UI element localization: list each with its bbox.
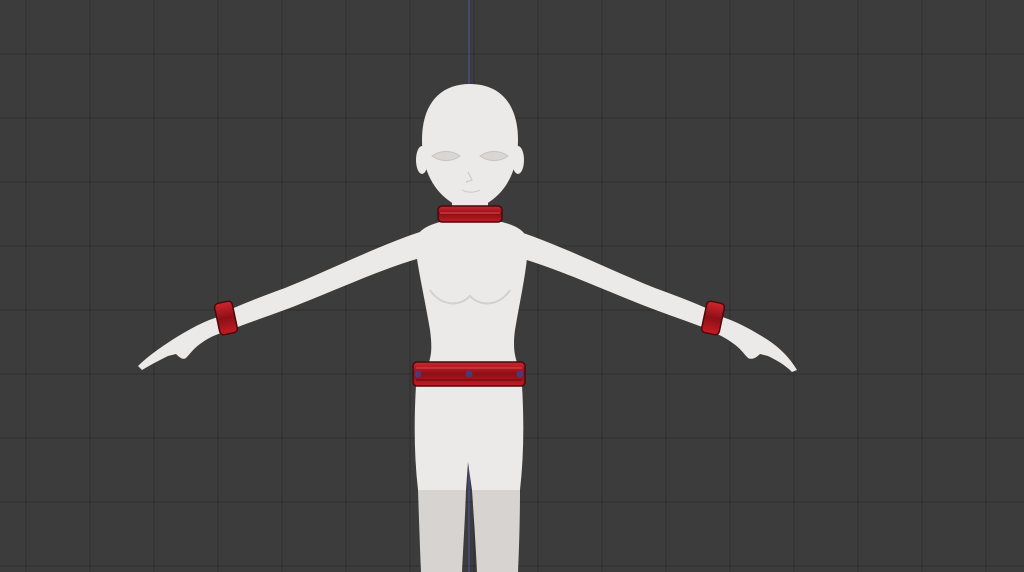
- belt-stud: [516, 370, 524, 378]
- 3d-viewport[interactable]: [0, 0, 1024, 572]
- left-leg: [418, 490, 466, 572]
- waist-belt[interactable]: [412, 361, 526, 387]
- belt-stud: [465, 370, 473, 378]
- belt-stud: [414, 370, 422, 378]
- right-leg: [472, 490, 520, 572]
- right-ear: [512, 146, 524, 174]
- collar[interactable]: [437, 205, 503, 223]
- viewport-canvas[interactable]: [0, 0, 1024, 572]
- left-ear: [416, 146, 428, 174]
